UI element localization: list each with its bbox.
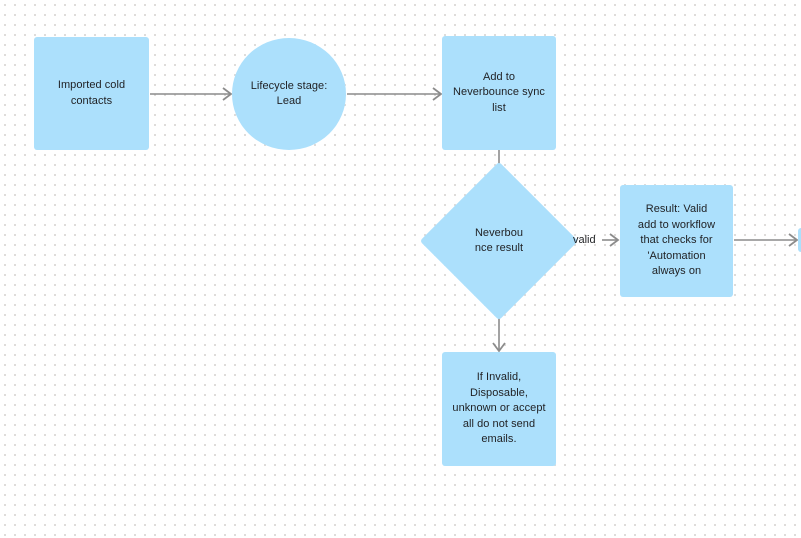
node-neverbounce-result[interactable]: Neverbou nce result	[419, 161, 579, 321]
edge-label-valid: valid	[573, 234, 596, 246]
node-label: Add to Neverbounce sync list	[453, 70, 545, 114]
node-imported-cold-contacts[interactable]: Imported cold contacts	[34, 37, 149, 150]
edge-valid-to-offscreen	[734, 233, 799, 247]
flowchart-canvas[interactable]: Imported cold contacts Lifecycle stage: …	[0, 0, 801, 538]
node-label: Imported cold contacts	[57, 79, 126, 107]
node-lifecycle-stage-lead[interactable]: Lifecycle stage: Lead	[232, 38, 346, 150]
node-label: If Invalid, Disposable, unknown or accep…	[452, 371, 546, 446]
edge-lifecycle-to-sync-list	[347, 87, 443, 101]
node-label: Result: Valid add to workflow that check…	[637, 203, 716, 278]
node-label: Lifecycle stage: Lead	[250, 79, 328, 108]
node-result-valid-add-to-workflow[interactable]: Result: Valid add to workflow that check…	[620, 185, 733, 297]
node-add-to-neverbounce-sync-list[interactable]: Add to Neverbounce sync list	[442, 36, 556, 150]
node-label: Neverbou nce result	[474, 226, 524, 255]
edge-contacts-to-lifecycle	[150, 87, 233, 101]
node-if-invalid-do-not-send[interactable]: If Invalid, Disposable, unknown or accep…	[442, 352, 556, 466]
